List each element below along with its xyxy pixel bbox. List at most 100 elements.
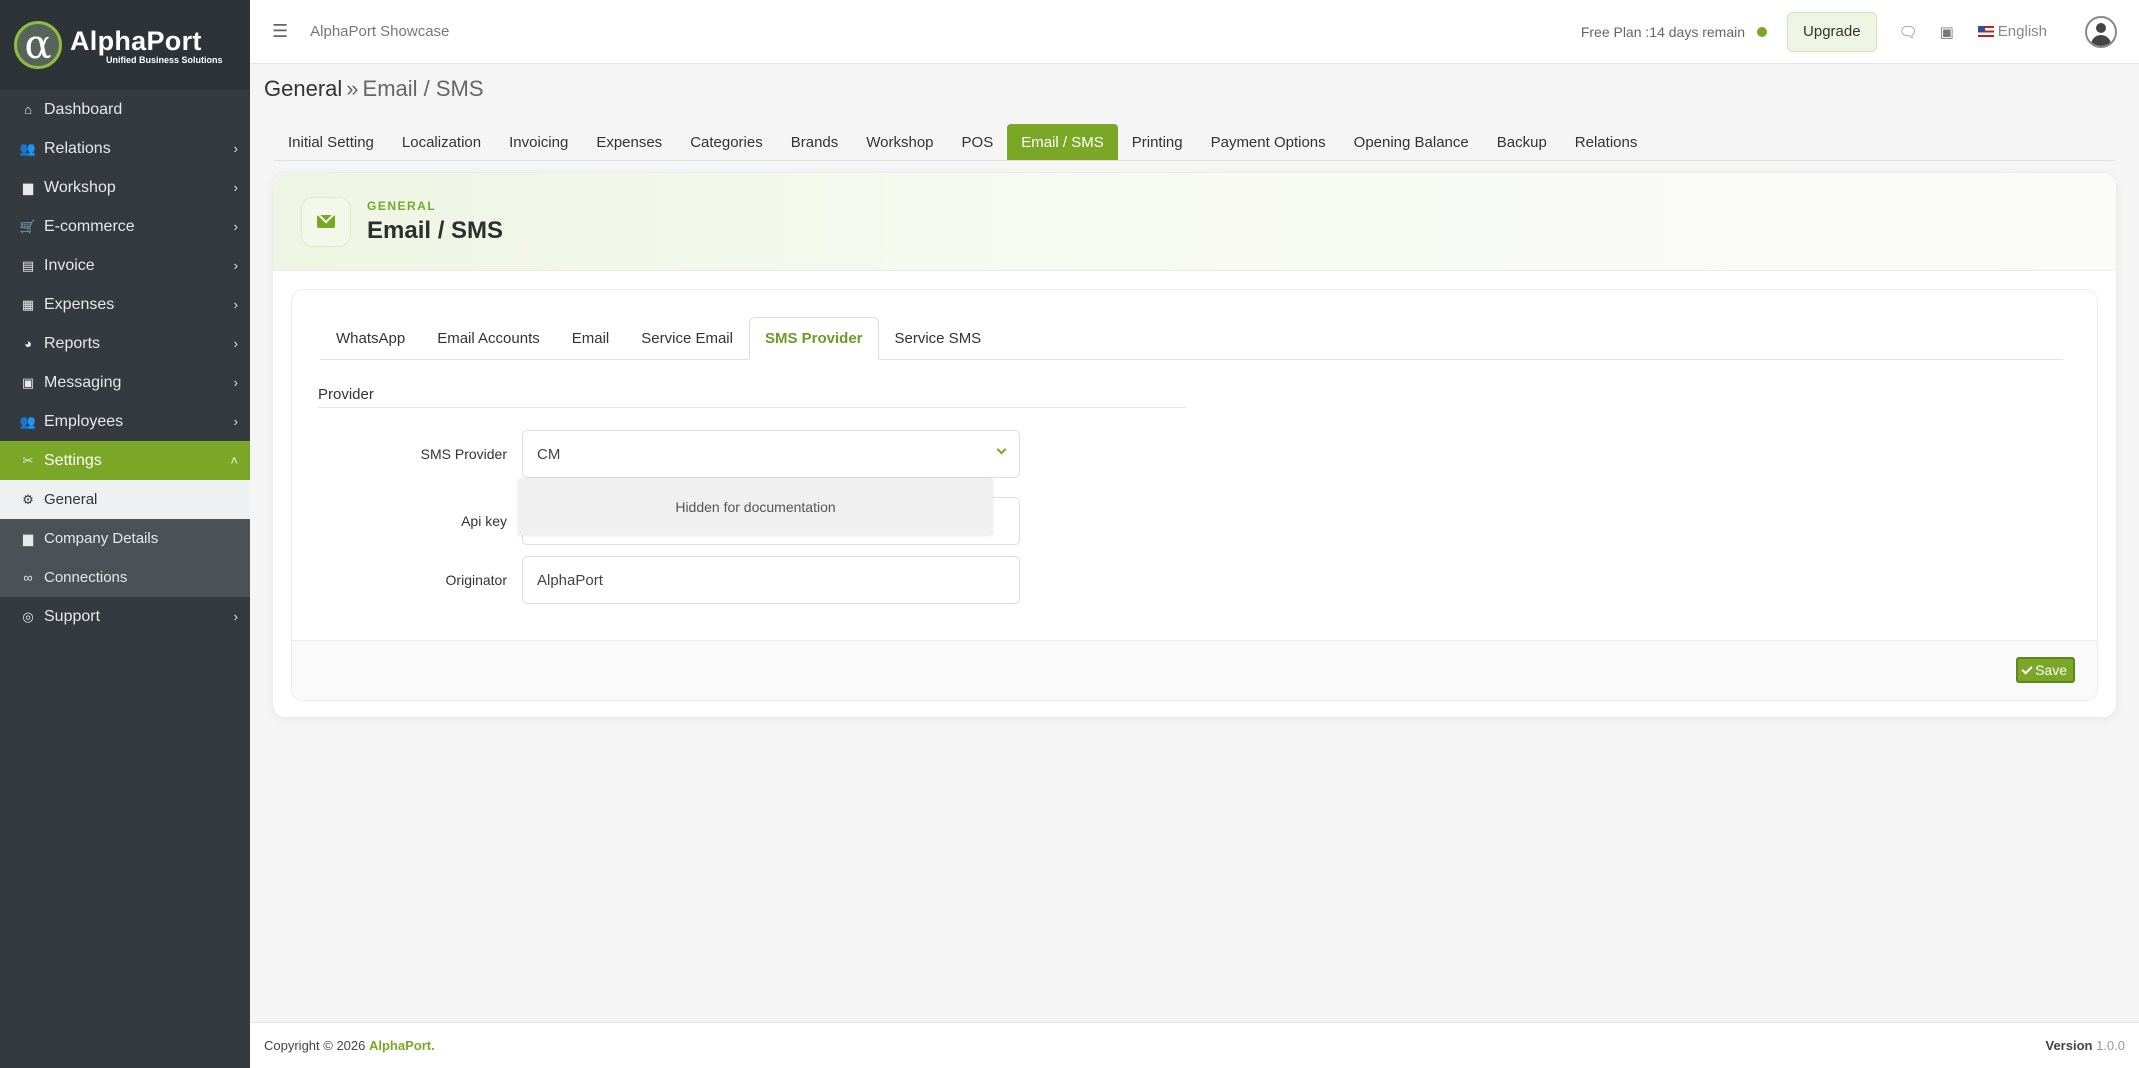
sidebar-item-label: Relations: [44, 139, 111, 157]
logo[interactable]: α AlphaPort Unified Business Solutions: [0, 0, 250, 90]
breadcrumb-separator: »: [346, 76, 359, 101]
api-key-label: Api key: [461, 513, 507, 529]
originator-value: AlphaPort: [537, 571, 603, 589]
cart-icon: 🛒: [19, 218, 37, 234]
brand-tagline: Unified Business Solutions: [106, 54, 223, 65]
sidebar-item-expenses[interactable]: ▦ Expenses ›: [0, 285, 250, 324]
brand-name: AlphaPort: [70, 25, 202, 56]
message-icon[interactable]: ▣: [1940, 23, 1954, 41]
chevron-right-icon: ›: [233, 258, 238, 273]
tab-opening-balance[interactable]: Opening Balance: [1340, 124, 1483, 160]
sms-provider-select[interactable]: CM: [522, 430, 1020, 478]
sidebar-item-label: Invoice: [44, 256, 95, 274]
sidebar-item-label: Dashboard: [44, 100, 123, 118]
panel-footer: Save: [292, 640, 2097, 700]
avatar[interactable]: [2085, 15, 2117, 48]
chevron-right-icon: ›: [233, 609, 238, 624]
sidebar-item-label: Workshop: [44, 178, 116, 196]
breadcrumb-root[interactable]: General: [264, 76, 342, 101]
sidebar: α AlphaPort Unified Business Solutions ⌂…: [0, 0, 250, 1068]
tab-whatsapp[interactable]: WhatsApp: [320, 317, 421, 359]
tab-email-accounts[interactable]: Email Accounts: [421, 317, 556, 359]
sidebar-item-ecommerce[interactable]: 🛒 E-commerce ›: [0, 207, 250, 246]
sidebar-item-label: Connections: [44, 569, 128, 586]
breadcrumb-current: Email / SMS: [362, 76, 484, 101]
tab-service-sms[interactable]: Service SMS: [879, 317, 998, 359]
originator-input[interactable]: AlphaPort: [522, 556, 1020, 604]
chevron-right-icon: ›: [233, 375, 238, 390]
tab-service-email[interactable]: Service Email: [625, 317, 749, 359]
tab-initial-setting[interactable]: Initial Setting: [274, 124, 388, 160]
sidebar-item-support[interactable]: ◎ Support ›: [0, 597, 250, 636]
tab-expenses[interactable]: Expenses: [582, 124, 676, 160]
gear-icon: ⚙: [22, 491, 34, 507]
pie-chart-icon: ◕: [24, 336, 32, 351]
topbar: ☰ AlphaPort Showcase Free Plan :14 days …: [250, 0, 2139, 64]
tab-workshop[interactable]: Workshop: [852, 124, 947, 160]
sidebar-item-settings[interactable]: ✂ Settings ˄: [0, 441, 250, 480]
chat-icon[interactable]: 🗨: [1899, 23, 1918, 41]
card-title: Email / SMS: [367, 216, 504, 244]
sidebar-item-label: Messaging: [44, 373, 122, 391]
tab-localization[interactable]: Localization: [388, 124, 495, 160]
footer-brand[interactable]: AlphaPort.: [369, 1038, 435, 1053]
upgrade-button[interactable]: Upgrade: [1787, 11, 1877, 52]
sidebar-item-label: Employees: [44, 412, 124, 430]
briefcase-icon: ▆: [23, 179, 33, 195]
email-sms-subtabs: WhatsApp Email Accounts Email Service Em…: [320, 317, 2063, 360]
tab-categories[interactable]: Categories: [676, 124, 777, 160]
version-label: Version: [2045, 1038, 2093, 1053]
sidebar-item-general[interactable]: ⚙ General: [0, 480, 250, 519]
sidebar-item-messaging[interactable]: ▣ Messaging ›: [0, 363, 250, 402]
tab-backup[interactable]: Backup: [1483, 124, 1561, 160]
user-group-icon: 👥: [19, 413, 37, 429]
sidebar-item-label: General: [44, 491, 98, 508]
sidebar-item-relations[interactable]: 👥 Relations ›: [0, 129, 250, 168]
tab-invoicing[interactable]: Invoicing: [495, 124, 582, 160]
sidebar-item-dashboard[interactable]: ⌂ Dashboard: [0, 90, 250, 129]
menu-toggle-icon[interactable]: ☰: [272, 21, 288, 42]
sidebar-item-label: Settings: [44, 451, 102, 469]
sidebar-item-label: Support: [44, 607, 101, 625]
tab-email-sms[interactable]: Email / SMS: [1007, 124, 1118, 160]
save-button[interactable]: Save: [2016, 657, 2075, 683]
check-icon: [2021, 662, 2033, 675]
chevron-down-icon: [996, 444, 1007, 455]
sidebar-item-label: Company Details: [44, 530, 159, 547]
briefcase-icon: ▆: [23, 530, 33, 546]
tools-icon: ✂: [22, 452, 34, 468]
sidebar-item-workshop[interactable]: ▆ Workshop ›: [0, 168, 250, 207]
sidebar-item-reports[interactable]: ◕ Reports ›: [0, 324, 250, 363]
language-label: English: [1997, 23, 2047, 40]
card-kicker: GENERAL: [367, 198, 437, 213]
version-number: 1.0.0: [2096, 1038, 2125, 1053]
plan-status: Free Plan :14 days remain: [1580, 23, 1746, 40]
chevron-right-icon: ›: [233, 297, 238, 312]
originator-label: Originator: [445, 572, 507, 588]
tab-email[interactable]: Email: [556, 317, 626, 359]
tab-payment-options[interactable]: Payment Options: [1197, 124, 1340, 160]
tab-sms-provider[interactable]: SMS Provider: [748, 317, 879, 360]
tab-brands[interactable]: Brands: [777, 124, 853, 160]
sms-provider-value: CM: [537, 445, 561, 463]
sidebar-item-company-details[interactable]: ▆ Company Details: [0, 519, 250, 558]
sidebar-item-employees[interactable]: 👥 Employees ›: [0, 402, 250, 441]
breadcrumb: General» Email / SMS: [264, 76, 484, 102]
version: Version 1.0.0: [2045, 1038, 2125, 1053]
chevron-up-icon: ˄: [230, 453, 238, 468]
chevron-right-icon: ›: [233, 219, 238, 234]
sidebar-item-label: Reports: [44, 334, 101, 352]
card-header: GENERAL Email / SMS: [273, 173, 2116, 271]
tab-printing[interactable]: Printing: [1118, 124, 1197, 160]
sidebar-item-invoice[interactable]: ▤ Invoice ›: [0, 246, 250, 285]
originator-row: Originator AlphaPort: [318, 556, 1020, 604]
language-selector[interactable]: English: [1977, 23, 2047, 40]
sms-provider-label: SMS Provider: [420, 446, 507, 462]
tab-pos[interactable]: POS: [948, 124, 1008, 160]
sidebar-item-connections[interactable]: ∞ Connections: [0, 558, 250, 597]
chevron-right-icon: ›: [233, 180, 238, 195]
footer: Copyright © 2026 AlphaPort. Version 1.0.…: [250, 1022, 2139, 1068]
tab-relations[interactable]: Relations: [1561, 124, 1652, 160]
email-sms-card: GENERAL Email / SMS WhatsApp Email Accou…: [272, 172, 2117, 718]
sidebar-item-label: Expenses: [44, 295, 115, 313]
